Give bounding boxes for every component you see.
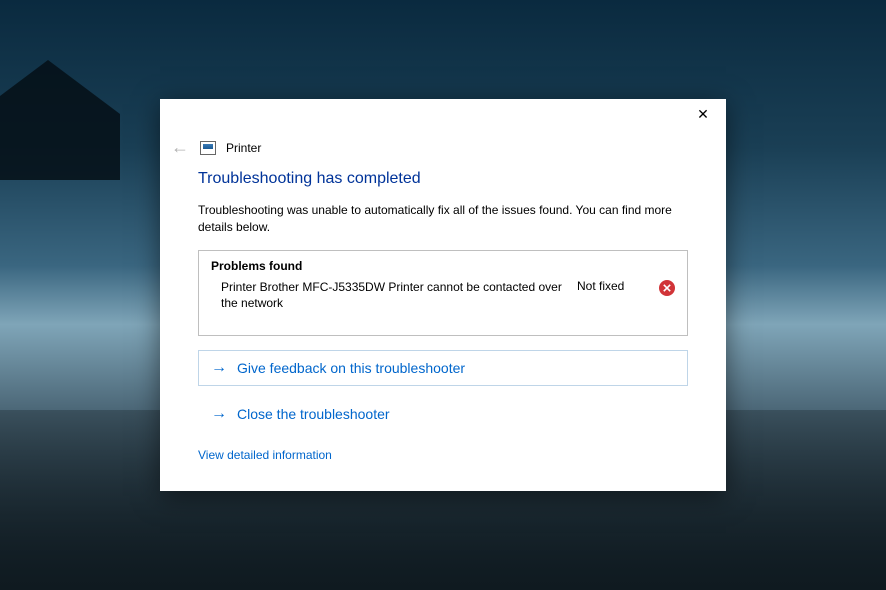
description-text: Troubleshooting was unable to automatica… — [198, 202, 688, 236]
close-troubleshooter-button[interactable]: → Close the troubleshooter — [198, 396, 688, 432]
problems-heading: Problems found — [211, 259, 675, 273]
problem-row: Printer Brother MFC-J5335DW Printer cann… — [211, 279, 675, 311]
give-feedback-button[interactable]: → Give feedback on this troubleshooter — [198, 350, 688, 386]
dialog-content: Troubleshooting has completed Troublesho… — [160, 170, 726, 464]
printer-icon — [200, 141, 216, 155]
close-label: Close the troubleshooter — [237, 406, 390, 422]
close-button[interactable]: ✕ — [680, 99, 726, 129]
back-arrow-icon[interactable]: ← — [170, 137, 190, 158]
problem-status: Not fixed — [577, 279, 647, 293]
arrow-right-icon: → — [211, 359, 227, 377]
dialog-title: Printer — [226, 141, 261, 155]
troubleshooter-dialog: ✕ ← Printer Troubleshooting has complete… — [160, 99, 726, 491]
close-icon: ✕ — [697, 106, 709, 123]
desktop-background-building — [0, 60, 120, 180]
feedback-label: Give feedback on this troubleshooter — [237, 360, 465, 376]
error-icon — [659, 280, 675, 296]
view-details-link[interactable]: View detailed information — [198, 448, 332, 462]
dialog-titlebar: ✕ — [160, 99, 726, 135]
problems-found-box: Problems found Printer Brother MFC-J5335… — [198, 250, 688, 336]
arrow-right-icon: → — [211, 405, 227, 423]
problem-description: Printer Brother MFC-J5335DW Printer cann… — [221, 279, 565, 311]
dialog-header: ← Printer — [160, 135, 726, 170]
main-heading: Troubleshooting has completed — [198, 170, 688, 188]
